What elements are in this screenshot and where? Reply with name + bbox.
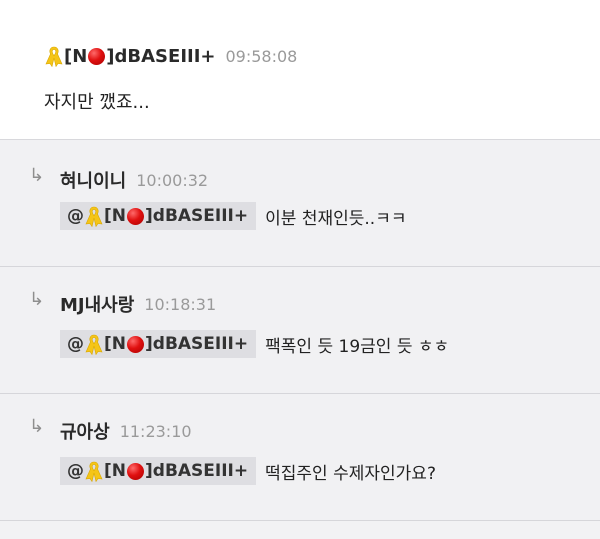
yellow-ribbon-icon: [85, 461, 103, 482]
comment-header: [N ]dBASEIII+ 09:58:08: [44, 45, 297, 67]
author-prefix: [N: [64, 45, 88, 67]
reply-item: ↳ 혀니이니 10:00:32 @ [N ]dBASEIII+ 이분 천재인듯..…: [0, 140, 600, 267]
reply-author[interactable]: 규아상: [60, 418, 110, 444]
mention-prefix: [N: [104, 334, 126, 354]
comment-thread: [N ]dBASEIII+ 09:58:08 자지만 깼죠... ↳ 혀니이니 1…: [0, 0, 600, 539]
mention-at: @: [67, 461, 84, 481]
mention-suffix: ]dBASEIII+: [145, 334, 249, 354]
reply-arrow-icon: ↳: [29, 289, 45, 310]
reply-arrow-icon: ↳: [29, 416, 45, 437]
red-dot-icon: [127, 335, 144, 353]
reply-header: 혀니이니 10:00:32: [60, 167, 208, 193]
mention-tag[interactable]: @ [N ]dBASEIII+: [60, 330, 257, 358]
comment-body: 자지만 깼죠...: [44, 92, 150, 113]
mention-at: @: [67, 206, 84, 226]
red-dot-icon: [127, 207, 144, 225]
author-name[interactable]: [N ]dBASEIII+: [44, 45, 216, 67]
reply-header: MJ내사랑 10:18:31: [60, 291, 216, 317]
reply-time: 10:00:32: [136, 170, 209, 190]
mention-prefix: [N: [104, 461, 126, 481]
yellow-ribbon-icon: [85, 334, 103, 355]
reply-author[interactable]: 혀니이니: [60, 167, 126, 193]
reply-time: 11:23:10: [119, 421, 192, 441]
red-dot-icon: [88, 47, 106, 65]
mention-tag[interactable]: @ [N ]dBASEIII+: [60, 457, 257, 485]
mention-suffix: ]dBASEIII+: [145, 461, 249, 481]
yellow-ribbon-icon: [45, 46, 63, 67]
reply-header: 규아상 11:23:10: [60, 418, 192, 444]
reply-content: @ [N ]dBASEIII+ 팩폭인 듯 19금인 듯 ㅎㅎ: [60, 330, 449, 358]
reply-arrow-icon: ↳: [29, 165, 45, 186]
mention-tag[interactable]: @ [N ]dBASEIII+: [60, 202, 257, 230]
reply-item: ↳ MJ내사랑 10:18:31 @ [N ]dBASEIII+ 팩폭인 듯 19…: [0, 267, 600, 394]
main-comment: [N ]dBASEIII+ 09:58:08 자지만 깼죠...: [0, 0, 600, 140]
mention-prefix: [N: [104, 206, 126, 226]
comment-time: 09:58:08: [225, 46, 298, 66]
reply-item: ↳ 규아상 11:23:10 @ [N ]dBASEIII+ 떡집주인 수제자인가…: [0, 394, 600, 521]
red-dot-icon: [127, 462, 144, 480]
yellow-ribbon-icon: [85, 206, 103, 227]
reply-text: 팩폭인 듯 19금인 듯 ㅎㅎ: [265, 336, 450, 357]
mention-suffix: ]dBASEIII+: [145, 206, 249, 226]
reply-time: 10:18:31: [144, 294, 217, 314]
reply-author[interactable]: MJ내사랑: [60, 291, 134, 317]
mention-at: @: [67, 334, 84, 354]
author-suffix: ]dBASEIII+: [106, 45, 216, 67]
reply-text: 이분 천재인듯..ㅋㅋ: [265, 208, 407, 229]
reply-content: @ [N ]dBASEIII+ 이분 천재인듯..ㅋㅋ: [60, 202, 406, 230]
reply-content: @ [N ]dBASEIII+ 떡집주인 수제자인가요?: [60, 457, 436, 485]
reply-text: 떡집주인 수제자인가요?: [265, 463, 436, 484]
